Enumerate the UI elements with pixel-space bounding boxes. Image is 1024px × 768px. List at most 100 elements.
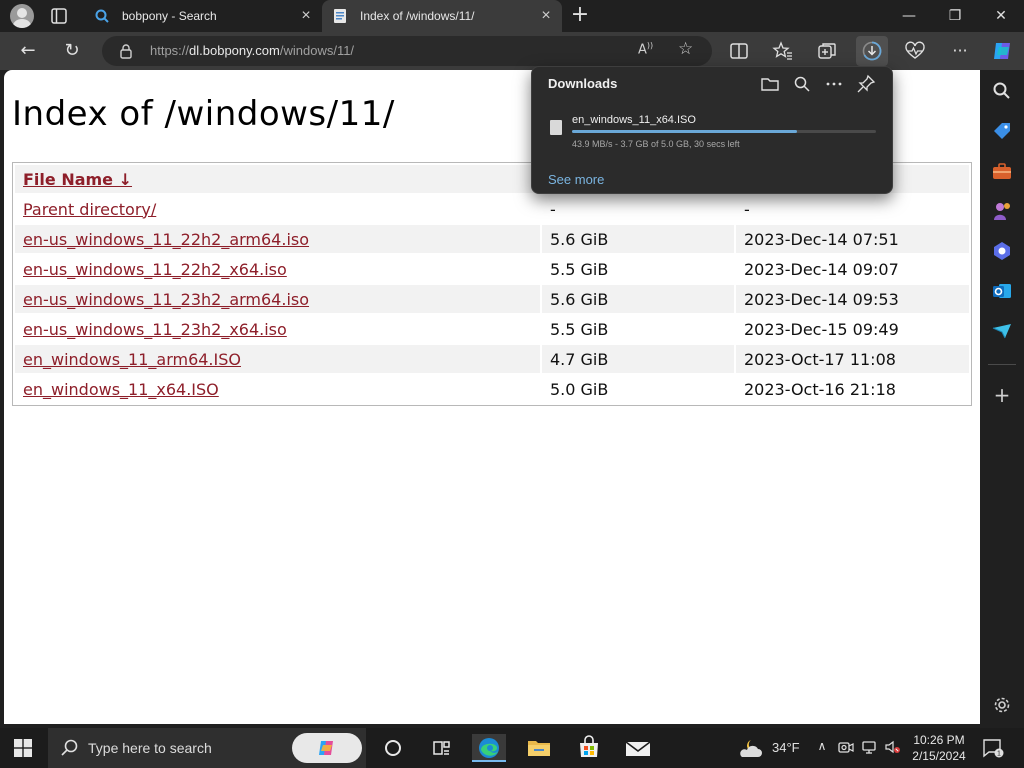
file-link[interactable]: en-us_windows_11_23h2_arm64.iso [23,290,309,309]
parent-directory-link[interactable]: Parent directory/ [23,200,156,219]
close-window-button[interactable]: ✕ [978,0,1024,32]
search-icon [95,9,109,23]
tab-bobpony-search[interactable]: bobpony - Search × [84,0,322,32]
windows-start-icon[interactable] [14,739,32,757]
games-icon[interactable] [991,200,1013,222]
search-downloads-icon[interactable] [792,74,812,94]
download-progress-fill [572,130,797,133]
url-path: /windows/11/ [279,43,355,58]
file-link[interactable]: en-us_windows_11_23h2_x64.iso [23,320,287,339]
read-aloud-icon[interactable]: A)) [638,41,653,57]
search-icon[interactable] [991,80,1013,102]
system-clock[interactable]: 10:26 PM 2/15/2024 [908,732,970,764]
table-row: en-us_windows_11_23h2_x64.iso 5.5 GiB 20… [15,315,969,343]
page-favicon-icon [334,9,346,23]
tab-title: Index of /windows/11/ [360,9,475,23]
copilot-icon [319,741,333,755]
new-tab-button[interactable]: + [568,4,592,28]
sidebar-divider [988,364,1016,365]
notification-center-icon[interactable]: 1 [982,738,1004,758]
file-link[interactable]: en-us_windows_11_22h2_arm64.iso [23,230,309,249]
file-date: 2023-Dec-14 07:51 [736,225,969,253]
microsoft-store-icon[interactable] [572,734,606,762]
file-size: 5.6 GiB [542,225,734,253]
sort-by-name-link[interactable]: File Name ↓ [23,170,132,189]
close-tab-icon[interactable]: × [294,7,318,25]
file-link[interactable]: en-us_windows_11_22h2_x64.iso [23,260,287,279]
profile-avatar[interactable] [10,4,34,28]
table-row: en-us_windows_11_23h2_arm64.iso 5.6 GiB … [15,285,969,313]
settings-gear-icon[interactable] [991,694,1013,716]
see-more-link[interactable]: See more [548,172,604,187]
drop-icon[interactable] [991,320,1013,342]
meet-now-icon[interactable] [838,739,854,755]
svg-text:1: 1 [997,751,1001,758]
file-explorer-icon[interactable] [522,734,556,762]
url-scheme: https:// [150,43,190,58]
favorites-icon[interactable] [772,40,794,62]
back-button[interactable]: ← [14,38,42,64]
file-listing-table: File Name ↓ Parent directory/ - - en-us_… [12,162,972,406]
tab-index-of-windows[interactable]: Index of /windows/11/ × [322,0,562,32]
downloads-flyout: Downloads en_windows_11_x64.ISO 43.9 MB/… [531,66,893,194]
cortana-icon[interactable] [376,734,410,762]
file-size: 5.5 GiB [550,319,609,339]
close-tab-icon[interactable]: × [534,7,558,25]
file-date: 2023-Oct-17 11:08 [736,345,969,373]
open-downloads-folder-icon[interactable] [760,74,780,94]
column-file-name[interactable]: File Name ↓ [15,165,540,193]
address-bar[interactable]: https://dl.bobpony.com/windows/11/ A)) ☆ [102,36,712,66]
favorite-star-icon[interactable]: ☆ [678,39,693,59]
download-filename: en_windows_11_x64.ISO [572,114,696,126]
more-options-button[interactable]: ··· [946,38,974,64]
taskbar-edge-app[interactable] [472,734,506,762]
file-date: 2023-Dec-14 09:53 [736,285,969,313]
more-options-icon[interactable] [824,74,844,94]
navigation-bar: ← ↻ https://dl.bobpony.com/windows/11/ A… [0,32,1024,70]
weather-icon[interactable] [738,737,766,759]
task-view-icon[interactable] [424,734,458,762]
windows-taskbar: Type here to search 34°F ∧ 10:26 PM 2/15… [0,728,1024,768]
minimize-button[interactable]: — [886,0,932,32]
taskbar-search-box[interactable]: Type here to search [48,728,366,768]
microsoft-365-icon[interactable] [991,240,1013,262]
url-host: dl.bobpony.com [189,43,280,58]
file-date: 2023-Dec-14 09:07 [744,259,899,279]
url-text[interactable]: https://dl.bobpony.com/windows/11/ [150,43,354,58]
tools-icon[interactable] [991,160,1013,182]
tab-actions-icon[interactable] [50,7,68,25]
downloads-button[interactable] [856,36,888,66]
show-hidden-icons-chevron-icon[interactable]: ∧ [814,739,830,755]
parent-directory-row: Parent directory/ - - [15,195,969,223]
table-row: en_windows_11_arm64.ISO 4.7 GiB 2023-Oct… [15,345,969,373]
network-icon[interactable] [862,739,878,755]
tab-title: bobpony - Search [122,9,217,23]
split-screen-icon[interactable] [728,40,750,62]
table-row: en-us_windows_11_22h2_x64.iso 5.5 GiB 20… [15,255,969,283]
temperature-text[interactable]: 34°F [772,740,800,755]
lock-icon[interactable] [118,43,134,59]
file-icon [550,120,562,135]
collections-icon[interactable] [816,40,838,62]
copilot-search-button[interactable] [292,733,362,763]
file-link[interactable]: en_windows_11_arm64.ISO [23,350,241,369]
clock-date: 2/15/2024 [912,749,966,763]
add-sidebar-app-button[interactable]: + [991,384,1013,406]
restore-button[interactable]: ❐ [932,0,978,32]
table-row: en-us_windows_11_22h2_arm64.iso 5.6 GiB … [15,225,969,253]
copilot-icon[interactable] [990,38,1016,64]
outlook-icon[interactable] [991,280,1013,302]
search-placeholder: Type here to search [88,740,212,756]
volume-muted-icon[interactable] [884,739,900,755]
mail-icon[interactable] [620,734,654,762]
file-link[interactable]: en_windows_11_x64.ISO [23,380,219,399]
file-size: 5.0 GiB [550,379,609,399]
table-row: en_windows_11_x64.ISO 5.0 GiB 2023-Oct-1… [15,375,969,403]
refresh-button[interactable]: ↻ [58,38,86,64]
browser-essentials-icon[interactable] [904,40,926,62]
search-icon [61,739,78,756]
download-progress-bar [572,130,876,133]
pin-icon[interactable] [856,74,876,94]
shopping-tag-icon[interactable] [991,120,1013,142]
file-date: - [744,199,750,219]
